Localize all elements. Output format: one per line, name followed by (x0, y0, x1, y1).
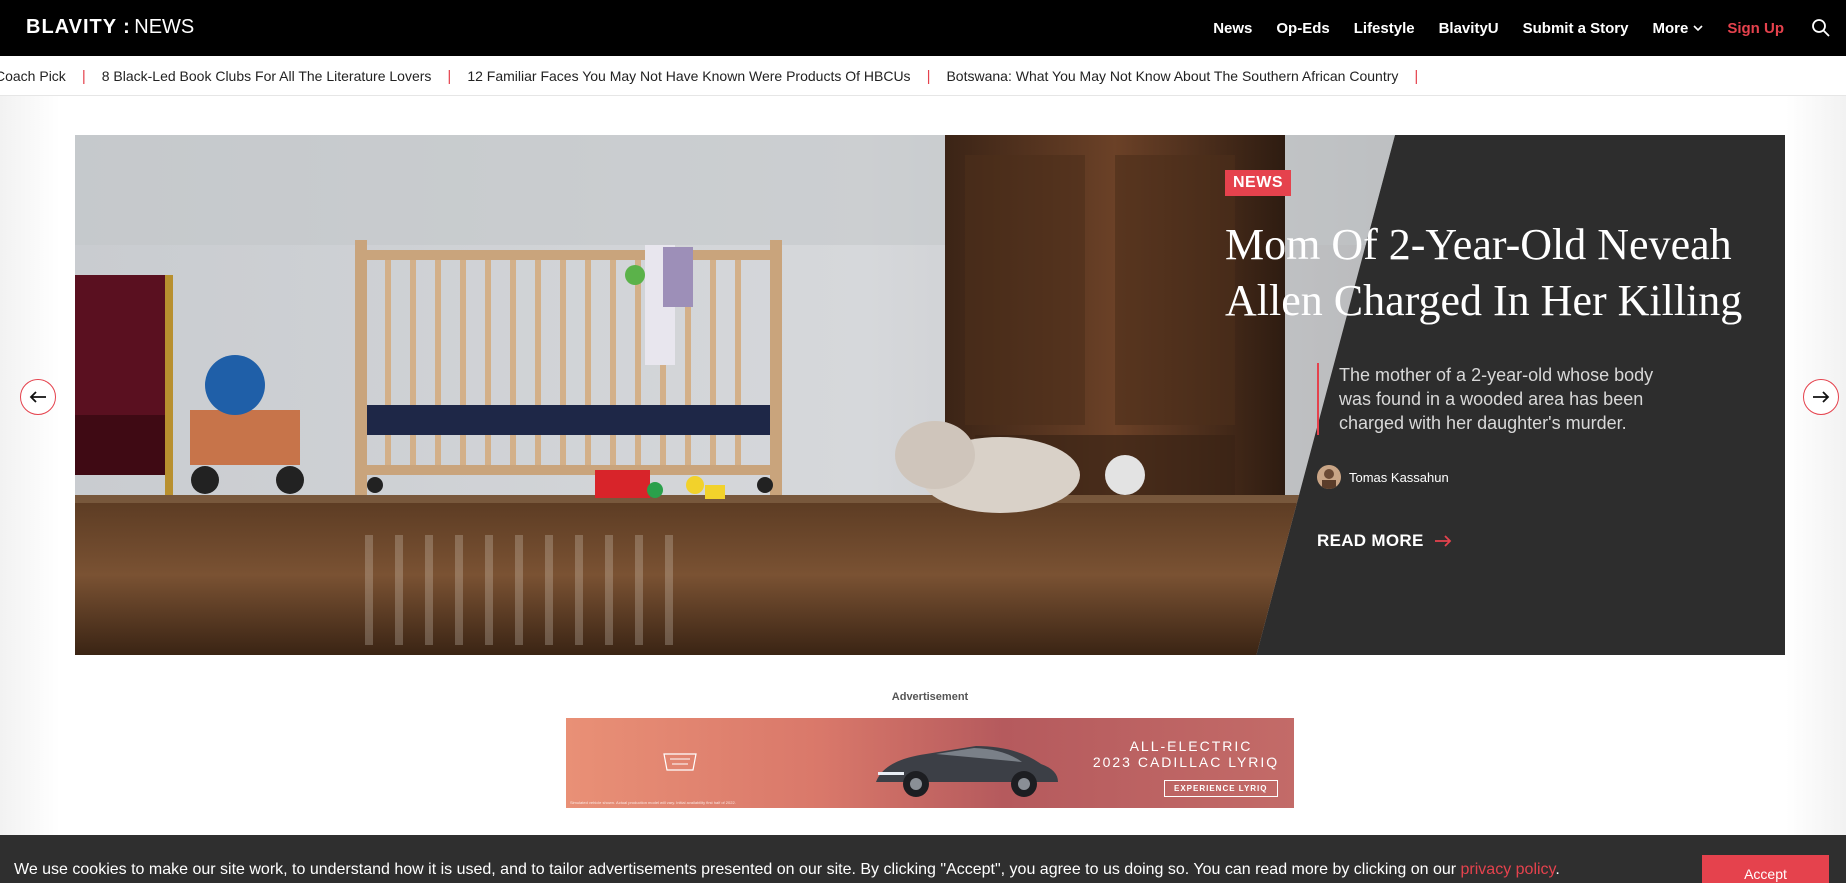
read-more-label: READ MORE (1317, 531, 1424, 550)
ticker-track: Coach Pick | 8 Black-Led Book Clubs For … (0, 56, 1434, 95)
nav-more-label: More (1652, 19, 1689, 37)
nav-more-dropdown[interactable]: More (1652, 20, 1703, 37)
chevron-down-icon (1693, 25, 1703, 32)
ad-headline-line2: 2023 CADILLAC LYRIQ (1092, 754, 1280, 770)
signup-link[interactable]: Sign Up (1727, 20, 1784, 37)
cadillac-logo (663, 753, 697, 771)
nav-submit-story[interactable]: Submit a Story (1523, 20, 1629, 37)
ticker-item[interactable]: Botswana: What You May Not Know About Th… (946, 68, 1398, 84)
nav-news[interactable]: News (1213, 20, 1252, 37)
ticker-item[interactable]: 8 Black-Led Book Clubs For All The Liter… (102, 68, 432, 84)
ticker-divider: | (1414, 67, 1419, 85)
ad-cta-button[interactable]: EXPERIENCE LYRIQ (1164, 780, 1278, 797)
nav-blavityu[interactable]: BlavityU (1439, 20, 1499, 37)
hero-text-panel: NEWS Mom Of 2-Year-Old Neveah Allen Char… (1175, 135, 1785, 655)
site-logo[interactable]: BLAVITY : NEWS (26, 16, 194, 39)
accept-cookies-button[interactable]: Accept (1702, 855, 1829, 883)
logo-section: NEWS (134, 16, 195, 38)
category-badge[interactable]: NEWS (1225, 170, 1291, 196)
privacy-policy-link[interactable]: privacy policy (1461, 861, 1556, 878)
avatar (1317, 465, 1341, 489)
arrow-right-icon (1434, 535, 1451, 547)
ticker-divider: | (926, 67, 931, 85)
top-navigation: BLAVITY : NEWS News Op-Eds Lifestyle Bla… (0, 0, 1846, 56)
search-icon[interactable] (1810, 17, 1832, 39)
carousel-next-button[interactable] (1803, 379, 1839, 415)
ticker-divider: | (81, 67, 86, 85)
arrow-right-icon (1813, 391, 1830, 403)
arrow-left-icon (29, 391, 46, 403)
left-gutter-shade (0, 96, 60, 836)
cookie-text-end: . (1555, 861, 1560, 878)
ticker-item[interactable]: 12 Familiar Faces You May Not Have Known… (467, 68, 910, 84)
ticker-divider: | (447, 67, 452, 85)
hero-slide[interactable]: NEWS Mom Of 2-Year-Old Neveah Allen Char… (75, 135, 1785, 655)
author-name: Tomas Kassahun (1349, 469, 1449, 485)
main-nav: News Op-Eds Lifestyle BlavityU Submit a … (1213, 0, 1784, 56)
read-more-link[interactable]: READ MORE (1317, 531, 1452, 551)
ad-fine-print: Simulated vehicle shown. Actual producti… (570, 800, 736, 805)
hero-excerpt: The mother of a 2-year-old whose body wa… (1317, 363, 1687, 435)
trending-ticker: Coach Pick | 8 Black-Led Book Clubs For … (0, 56, 1846, 96)
right-gutter-shade (1786, 96, 1846, 836)
cookie-text: We use cookies to make our site work, to… (14, 861, 1461, 878)
nav-lifestyle[interactable]: Lifestyle (1354, 20, 1415, 37)
ad-headline-line1: ALL-ELECTRIC (1129, 738, 1253, 754)
author-byline[interactable]: Tomas Kassahun (1317, 465, 1449, 489)
cookie-message: We use cookies to make our site work, to… (14, 861, 1560, 879)
ad-label: Advertisement (891, 691, 969, 703)
ticker-item[interactable]: Coach Pick (0, 68, 66, 84)
nav-op-eds[interactable]: Op-Eds (1276, 20, 1329, 37)
car-image (876, 746, 1058, 797)
logo-brand: BLAVITY (26, 16, 118, 38)
advertisement-banner[interactable]: ALL-ELECTRIC 2023 CADILLAC LYRIQ EXPERIE… (566, 718, 1294, 808)
cookie-banner: We use cookies to make our site work, to… (0, 835, 1846, 883)
hero-headline[interactable]: Mom Of 2-Year-Old Neveah Allen Charged I… (1225, 217, 1745, 329)
logo-separator: : (123, 16, 131, 38)
carousel-prev-button[interactable] (20, 379, 56, 415)
